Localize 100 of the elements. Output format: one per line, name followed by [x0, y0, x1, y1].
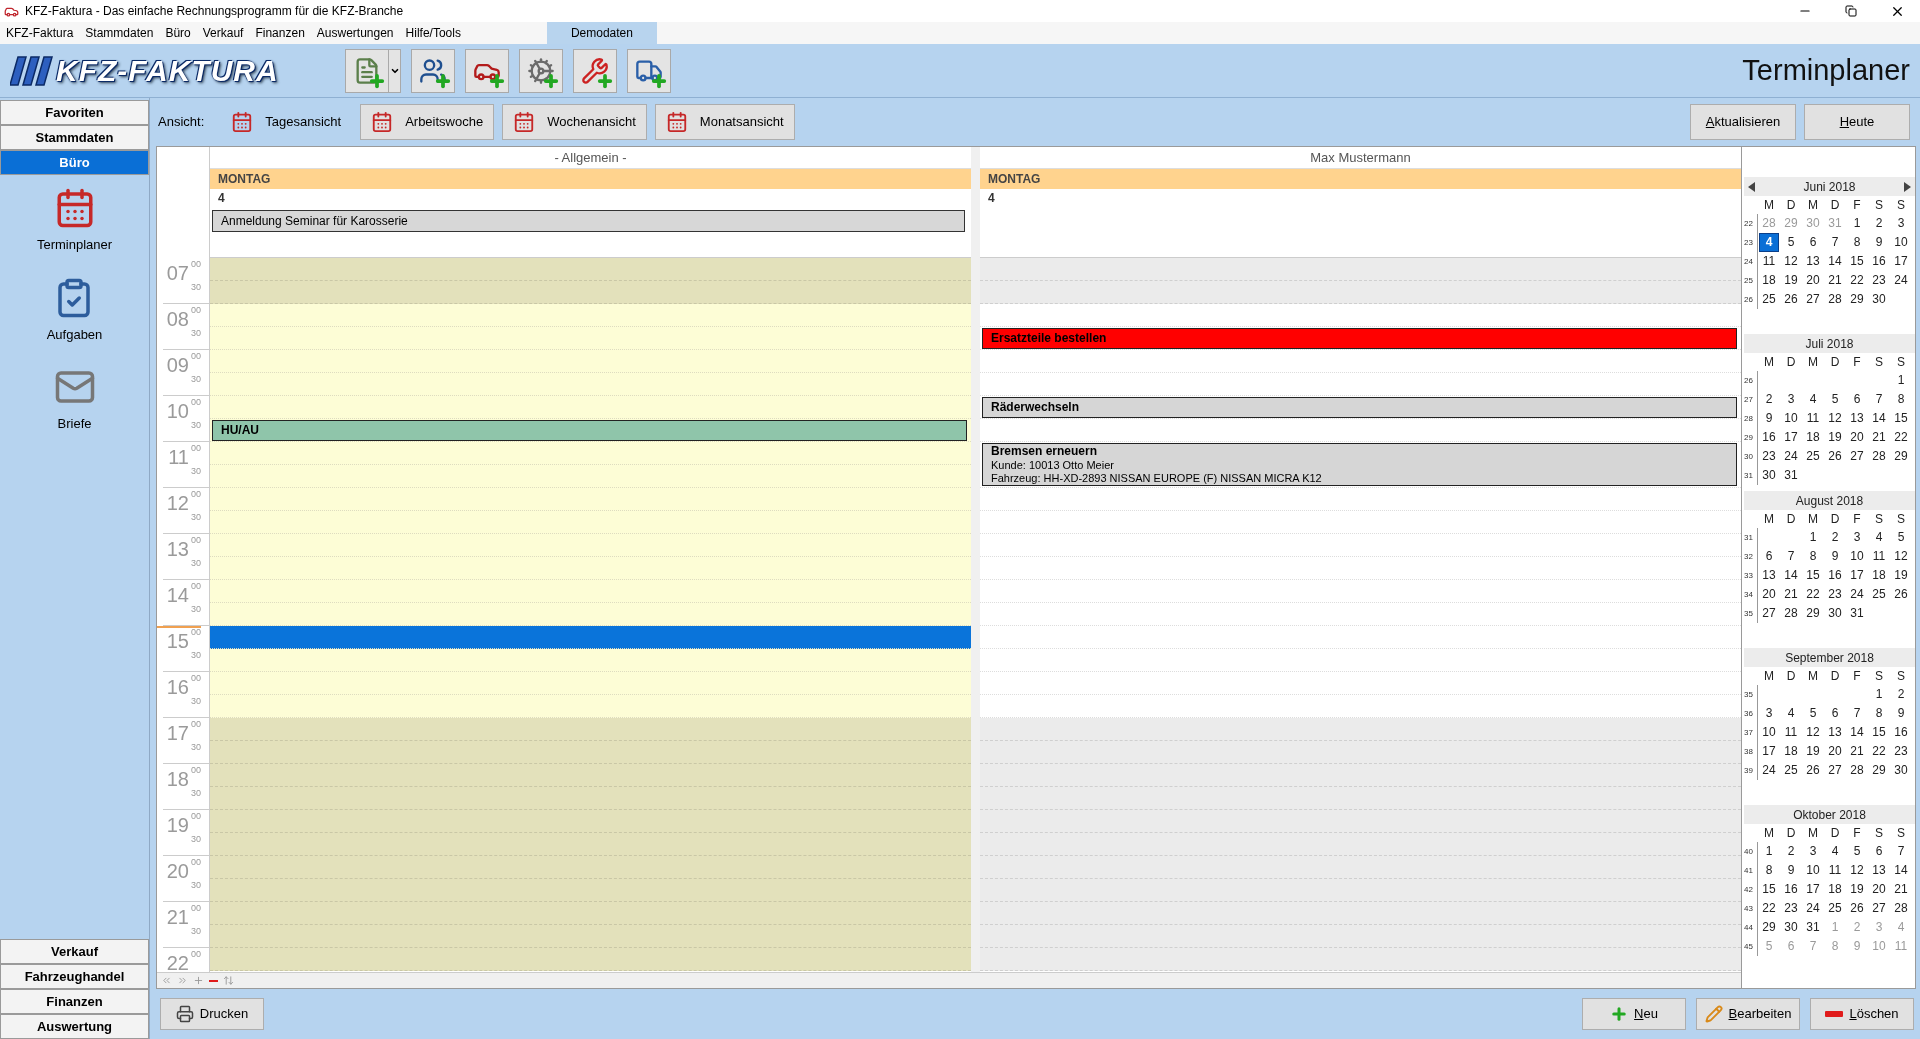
calendar-day[interactable]: 9 [1891, 705, 1911, 722]
sidebar-section-tab[interactable]: Auswertung [0, 1014, 149, 1039]
calendar-day[interactable]: 17 [1781, 429, 1801, 446]
calendar-day[interactable]: 1 [1847, 215, 1867, 232]
all-day-event[interactable]: Anmeldung Seminar für Karosserie [212, 210, 965, 232]
calendar-day[interactable]: 12 [1825, 410, 1845, 427]
calendar-day[interactable]: 9 [1759, 410, 1779, 427]
calendar-day[interactable]: 5 [1781, 234, 1801, 251]
calendar-day[interactable]: 28 [1825, 291, 1845, 308]
calendar-day[interactable]: 5 [1825, 391, 1845, 408]
calendar-day[interactable]: 27 [1847, 448, 1867, 465]
calendar-day[interactable]: 22 [1847, 272, 1867, 289]
calendar-day[interactable]: 11 [1869, 548, 1889, 565]
time-slot[interactable] [210, 626, 971, 649]
calendar-day[interactable]: 16 [1781, 881, 1801, 898]
calendar-day[interactable]: 3 [1803, 843, 1823, 860]
remove-icon[interactable] [209, 979, 218, 982]
action-button[interactable]: Bearbeiten [1696, 998, 1800, 1030]
context-tab[interactable]: Demodaten [546, 22, 657, 44]
calendar-day[interactable]: 8 [1759, 862, 1779, 879]
toolbar-button[interactable]: Aktualisieren [1690, 104, 1796, 140]
calendar-day[interactable]: 2 [1869, 215, 1889, 232]
new-vehicle-button[interactable] [465, 48, 509, 93]
calendar-day[interactable]: 22 [1869, 743, 1889, 760]
calendar-day[interactable]: 18 [1781, 743, 1801, 760]
calendar-day[interactable]: 8 [1847, 234, 1867, 251]
view-tab[interactable]: Arbeitswoche [360, 104, 495, 140]
calendar-day[interactable]: 3 [1781, 391, 1801, 408]
calendar-day[interactable]: 13 [1825, 724, 1845, 741]
calendar-day[interactable]: 30 [1869, 291, 1889, 308]
calendar-day[interactable]: 13 [1869, 862, 1889, 879]
calendar-day[interactable]: 24 [1891, 272, 1911, 289]
sidebar-section-tab[interactable]: Verkauf [0, 939, 149, 964]
dropdown-button[interactable] [389, 48, 401, 93]
new-supplier-button[interactable] [627, 48, 671, 93]
calendar-day[interactable]: 6 [1847, 391, 1867, 408]
new-document-button[interactable] [345, 48, 389, 93]
calendar-day[interactable]: 2 [1825, 529, 1845, 546]
calendar-day[interactable]: 28 [1847, 762, 1867, 779]
calendar-day[interactable]: 25 [1759, 291, 1779, 308]
calendar-day[interactable]: 31 [1781, 467, 1801, 484]
calendar-day[interactable]: 17 [1891, 253, 1911, 270]
calendar-day[interactable]: 7 [1847, 705, 1867, 722]
add-icon[interactable] [193, 975, 204, 986]
menu-item[interactable]: Hilfe/Tools [399, 24, 467, 42]
calendar-day[interactable]: 16 [1891, 724, 1911, 741]
calendar-day[interactable]: 23 [1781, 900, 1801, 917]
sort-icon[interactable] [223, 975, 234, 986]
calendar-day[interactable]: 29 [1891, 448, 1911, 465]
calendar-day[interactable]: 17 [1759, 743, 1779, 760]
menu-item[interactable]: Finanzen [249, 24, 311, 42]
calendar-day[interactable]: 1 [1891, 372, 1911, 389]
calendar-day[interactable]: 29 [1803, 605, 1823, 622]
calendar-day[interactable]: 26 [1847, 900, 1867, 917]
calendar-day[interactable]: 22 [1803, 586, 1823, 603]
calendar-day[interactable]: 21 [1825, 272, 1845, 289]
calendar-day[interactable]: 19 [1891, 567, 1911, 584]
view-tab[interactable]: Wochenansicht [502, 104, 647, 140]
calendar-day[interactable]: 30 [1759, 467, 1779, 484]
calendar-day[interactable]: 20 [1803, 272, 1823, 289]
calendar-day[interactable]: 15 [1803, 567, 1823, 584]
calendar-day[interactable]: 6 [1869, 843, 1889, 860]
calendar-day[interactable]: 10 [1759, 724, 1779, 741]
calendar-day[interactable]: 12 [1847, 862, 1867, 879]
calendar-day[interactable]: 11 [1759, 253, 1779, 270]
calendar-day[interactable]: 21 [1847, 743, 1867, 760]
action-button[interactable]: Neu [1582, 998, 1686, 1030]
calendar-day[interactable]: 14 [1825, 253, 1845, 270]
calendar-day[interactable]: 14 [1781, 567, 1801, 584]
calendar-day[interactable]: 9 [1825, 548, 1845, 565]
calendar-day[interactable]: 6 [1825, 705, 1845, 722]
calendar-day[interactable]: 7 [1869, 391, 1889, 408]
toolbar-button[interactable]: Heute [1804, 104, 1910, 140]
calendar-day[interactable]: 14 [1891, 862, 1911, 879]
calendar-day[interactable]: 4 [1803, 391, 1823, 408]
view-tab[interactable]: Tagesansicht [220, 104, 353, 140]
calendar-day[interactable]: 12 [1803, 724, 1823, 741]
calendar-day[interactable]: 8 [1891, 391, 1911, 408]
calendar-day[interactable]: 31 [1847, 605, 1867, 622]
sidebar-section-tab[interactable]: Finanzen [0, 989, 149, 1014]
calendar-day[interactable]: 21 [1781, 586, 1801, 603]
calendar-day[interactable]: 26 [1781, 291, 1801, 308]
calendar-day[interactable]: 30 [1825, 605, 1845, 622]
calendar-day[interactable]: 7 [1891, 843, 1911, 860]
calendar-day[interactable]: 19 [1825, 429, 1845, 446]
calendar-day[interactable]: 28 [1869, 448, 1889, 465]
calendar-day[interactable]: 15 [1847, 253, 1867, 270]
calendar-day[interactable]: 23 [1891, 743, 1911, 760]
calendar-day[interactable]: 7 [1825, 234, 1845, 251]
calendar-day[interactable]: 13 [1803, 253, 1823, 270]
calendar-day[interactable]: 11 [1781, 724, 1801, 741]
calendar-day[interactable]: 20 [1869, 881, 1889, 898]
calendar-day[interactable]: 21 [1869, 429, 1889, 446]
calendar-day[interactable]: 4 [1825, 843, 1845, 860]
calendar-day[interactable]: 17 [1803, 881, 1823, 898]
calendar-day[interactable]: 3 [1891, 215, 1911, 232]
calendar-day[interactable]: 1 [1759, 843, 1779, 860]
calendar-day[interactable]: 3 [1847, 529, 1867, 546]
calendar-day[interactable]: 25 [1869, 586, 1889, 603]
calendar-day[interactable]: 8 [1869, 705, 1889, 722]
